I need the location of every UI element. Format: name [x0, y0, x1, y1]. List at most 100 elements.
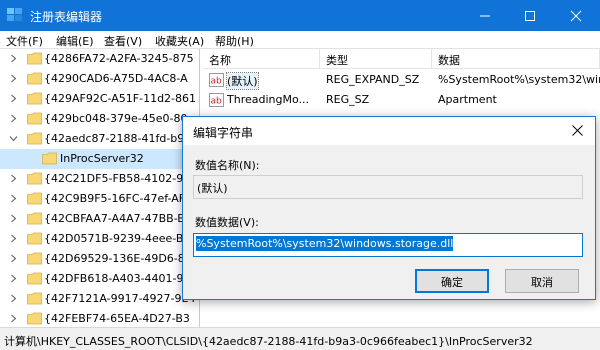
tree-item[interactable]: {42C21DF5-FB58-4102-90 — [0, 169, 199, 189]
chevron-right-icon[interactable] — [9, 94, 18, 103]
folder-icon — [27, 252, 42, 265]
tree-item[interactable]: {4290CAD6-A75D-4AC8-A — [0, 69, 199, 89]
maximize-icon — [525, 11, 535, 21]
value-data-input[interactable]: %SystemRoot%\system32\windows.storage.dl… — [193, 233, 583, 257]
tree-item-label: {42DFB618-A403-4401-90 — [44, 272, 191, 285]
tree-item[interactable]: {429bc048-379e-45e0-80e — [0, 109, 199, 129]
status-path: 计算机\HKEY_CLASSES_ROOT\CLSID\{42aedc87-21… — [4, 335, 533, 348]
value-data: %SystemRoot%\system32\win — [438, 73, 600, 86]
column-header-data[interactable]: 数据 — [432, 49, 600, 68]
menu-favorites[interactable]: 收藏夹(A) — [155, 33, 204, 49]
chevron-right-icon[interactable] — [9, 194, 18, 203]
folder-icon — [27, 112, 42, 125]
tree-item-label: {42FEBF74-65EA-4D27-B3 — [44, 312, 190, 325]
folder-icon — [27, 72, 42, 85]
folder-icon — [27, 312, 42, 325]
tree-item-label: {42D69529-136E-49D6-84 — [44, 252, 192, 265]
tree-item-label: {4290CAD6-A75D-4AC8-A — [44, 72, 188, 85]
folder-icon — [27, 132, 42, 145]
folder-icon — [27, 92, 42, 105]
dialog-title: 编辑字符串 — [193, 126, 254, 140]
folder-icon — [27, 272, 42, 285]
value-data-text: %SystemRoot%\system32\windows.storage.dl… — [196, 236, 454, 251]
chevron-right-icon[interactable] — [9, 74, 18, 83]
tree-item[interactable]: {42DFB618-A403-4401-90 — [0, 269, 199, 289]
value-name-text: (默认) — [197, 182, 228, 195]
tree-item-label: {42C9B9F5-16FC-47ef-AF2 — [44, 192, 193, 205]
string-value-icon: ab — [209, 93, 224, 107]
value-name: (默认) — [226, 72, 259, 90]
header-divider — [203, 68, 600, 69]
registry-tree[interactable]: {4286FA72-A2FA-3245-875 {4290CAD6-A75D-4A… — [0, 49, 200, 327]
close-button[interactable] — [553, 0, 599, 31]
tree-item-label: {42C21DF5-FB58-4102-90 — [44, 172, 191, 185]
tree-item[interactable]: {42C9B9F5-16FC-47ef-AF2 — [0, 189, 199, 209]
minimize-button[interactable] — [462, 0, 508, 31]
chevron-down-icon[interactable] — [9, 134, 18, 143]
value-name: ThreadingMo... — [227, 93, 309, 106]
menu-edit[interactable]: 编辑(E) — [56, 33, 94, 49]
tree-item[interactable]: {4286FA72-A2FA-3245-875 — [0, 49, 199, 69]
value-name-field: (默认) — [193, 175, 583, 199]
tree-item[interactable]: {42D0571B-9239-4eee-B8 — [0, 229, 199, 249]
folder-icon — [42, 152, 57, 165]
value-type: REG_EXPAND_SZ — [326, 73, 420, 86]
window-title: 注册表编辑器 — [30, 10, 103, 24]
tree-item-label: {42F7121A-9917-4927-9E4 — [44, 292, 196, 305]
tree-item-label: {42D0571B-9239-4eee-B8 — [44, 232, 191, 245]
tree-item-label: {429AF92C-A51F-11d2-861 — [44, 92, 197, 105]
title-bar[interactable]: 注册表编辑器 — [0, 0, 600, 31]
value-data: Apartment — [438, 93, 497, 106]
folder-icon — [27, 172, 42, 185]
chevron-right-icon[interactable] — [9, 254, 18, 263]
ok-button[interactable]: 确定 — [415, 269, 489, 293]
chevron-right-icon[interactable] — [9, 274, 18, 283]
folder-icon — [27, 212, 42, 225]
edit-string-dialog: 编辑字符串 数值名称(N): (默认) 数值数据(V): %SystemRoot… — [182, 116, 596, 300]
tree-item[interactable]: {42F7121A-9917-4927-9E4 — [0, 289, 199, 309]
dialog-close-button[interactable] — [561, 117, 595, 145]
svg-text:ab: ab — [211, 77, 223, 87]
tree-item[interactable]: InProcServer32 — [0, 149, 199, 169]
tree-item[interactable]: {42aedc87-2188-41fd-b9a — [0, 129, 199, 149]
folder-icon — [27, 192, 42, 205]
tree-item[interactable]: {42FEBF74-65EA-4D27-B3 — [0, 309, 199, 327]
chevron-right-icon[interactable] — [9, 174, 18, 183]
minimize-icon — [480, 15, 490, 17]
menu-view[interactable]: 查看(V) — [104, 33, 142, 49]
chevron-right-icon[interactable] — [9, 234, 18, 243]
tree-item-label: {4286FA72-A2FA-3245-875 — [44, 52, 194, 65]
folder-icon — [27, 292, 42, 305]
chevron-right-icon[interactable] — [9, 314, 18, 323]
column-header-name[interactable]: 名称 — [203, 49, 320, 68]
chevron-right-icon[interactable] — [9, 54, 18, 63]
value-row[interactable]: ab (默认) REG_EXPAND_SZ %SystemRoot%\syste… — [203, 70, 600, 90]
status-bar: 计算机\HKEY_CLASSES_ROOT\CLSID\{42aedc87-21… — [0, 327, 600, 350]
value-data-label: 数值数据(V): — [195, 216, 259, 229]
close-icon — [572, 125, 583, 136]
cancel-button[interactable]: 取消 — [505, 269, 579, 293]
tree-item-label: {42CBFAA7-A4A7-47BB-B4 — [44, 212, 192, 225]
svg-text:ab: ab — [211, 97, 223, 107]
string-value-icon: ab — [209, 73, 224, 87]
tree-item-label: {42aedc87-2188-41fd-b9a — [44, 132, 192, 145]
menu-help[interactable]: 帮助(H) — [215, 33, 254, 49]
value-name-label: 数值名称(N): — [195, 159, 260, 172]
column-header-type[interactable]: 类型 — [320, 49, 432, 68]
tree-item-label: InProcServer32 — [60, 152, 144, 165]
maximize-button[interactable] — [507, 0, 553, 31]
tree-item-label: {429bc048-379e-45e0-80e — [44, 112, 195, 125]
folder-icon — [27, 52, 42, 65]
chevron-right-icon[interactable] — [9, 114, 18, 123]
value-row[interactable]: ab ThreadingMo... REG_SZ Apartment — [203, 90, 600, 110]
chevron-right-icon[interactable] — [9, 214, 18, 223]
tree-item[interactable]: {429AF92C-A51F-11d2-861 — [0, 89, 199, 109]
tree-item[interactable]: {42D69529-136E-49D6-84 — [0, 249, 199, 269]
folder-icon — [27, 232, 42, 245]
chevron-right-icon[interactable] — [9, 294, 18, 303]
tree-item[interactable]: {42CBFAA7-A4A7-47BB-B4 — [0, 209, 199, 229]
menu-file[interactable]: 文件(F) — [6, 33, 43, 49]
regedit-app-icon — [7, 8, 22, 21]
value-type: REG_SZ — [326, 93, 370, 106]
dialog-title-bar[interactable]: 编辑字符串 — [183, 117, 595, 145]
